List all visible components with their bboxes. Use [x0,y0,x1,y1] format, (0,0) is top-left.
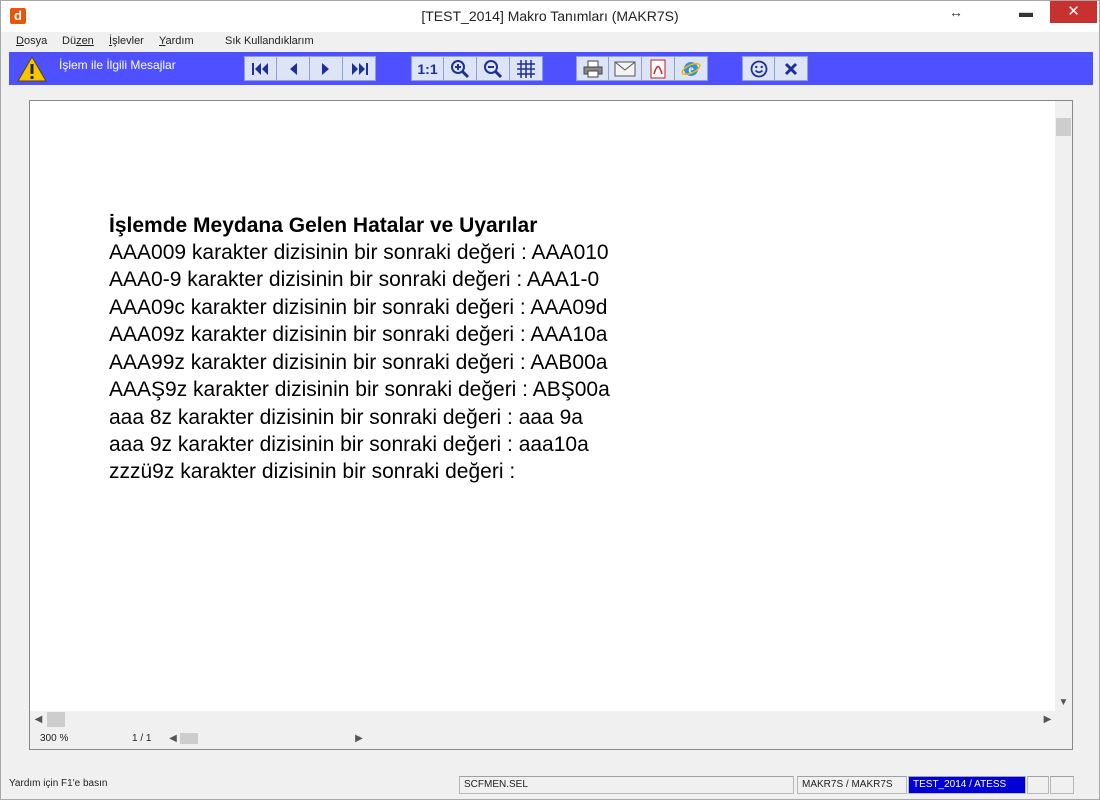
menu-islevler-label: şlevler [112,35,144,47]
status-cell-empty [1050,776,1074,794]
last-page-icon[interactable] [343,56,376,81]
title-bar: d [TEST_2014] Makro Tanımları (MAKR7S) ↔… [1,1,1099,32]
report-line: AAA09c karakter dizisinin bir sonraki de… [109,296,608,319]
actual-size-icon[interactable]: 1:1 [411,56,444,81]
horizontal-scrollbar[interactable]: ◀ ▶ [30,711,1056,728]
scroll-left-icon[interactable]: ◀ [30,711,47,728]
application-window: d [TEST_2014] Makro Tanımları (MAKR7S) ↔… [0,0,1100,800]
smiley-icon[interactable] [742,56,775,81]
menu-dosya[interactable]: Dosya [16,35,47,47]
status-cell-empty [1027,776,1049,794]
menu-bar: Dosya Düzen İşlevler Yardım Sık Kullandı… [2,32,1098,52]
company-badge: TEST_2014 / ATESS [908,776,1026,794]
menu-yardim-label: ardım [165,35,194,47]
report-line: zzzü9z karakter dizisinin bir sonraki de… [109,460,516,483]
menu-dosya-accel: D [16,35,24,47]
window-title: [TEST_2014] Makro Tanımları (MAKR7S) [421,8,679,24]
report-line: aaa 8z karakter dizisinin bir sonraki de… [109,406,583,429]
print-icon[interactable] [576,56,609,81]
output-group: e [576,56,708,81]
file-name: SCFMEN.SEL [459,776,794,794]
menu-duzen-prefix: Dü [62,35,77,47]
zoom-level: 300 % [40,733,69,744]
zoom-group: 1:1 [411,56,543,81]
report-line: AAA99z karakter dizisinin bir sonraki de… [109,351,608,374]
report-line: aaa 9z karakter dizisinin bir sonraki de… [109,433,589,456]
zoom-in-icon[interactable] [444,56,477,81]
page-scroll-left-icon[interactable]: ◀ [166,731,180,746]
menu-islevler[interactable]: İşlevler [109,35,144,47]
first-page-icon[interactable] [244,56,277,81]
minimize-button[interactable]: ▬ [1006,1,1046,23]
internet-explorer-icon[interactable]: e [675,56,708,81]
report-line: AAAŞ9z karakter dizisinin bir sonraki de… [109,378,610,401]
vertical-scrollbar[interactable]: ▼ [1055,101,1072,711]
scrollbar-corner [1055,711,1072,728]
pdf-icon[interactable] [642,56,675,81]
page-scroll-thumb[interactable] [180,733,198,744]
report-page: İşlemde Meydana Gelen Hatalar ve Uyarıla… [30,101,1056,711]
status-bar: Yardım için F1'e basın SCFMEN.SEL MAKR7S… [2,776,1098,795]
menu-duzen[interactable]: Düzen [62,35,94,47]
menu-dosya-label: osya [23,35,48,47]
messages-label: İşlem ile İlgili Mesajlar [59,58,176,72]
resize-icon[interactable]: ↔ [941,1,971,23]
menu-yardim[interactable]: Yardım [159,35,194,47]
macro-code: MAKR7S / MAKR7S [797,776,907,794]
zoom-out-icon[interactable] [477,56,510,81]
report-viewer: İşlemde Meydana Gelen Hatalar ve Uyarıla… [29,100,1073,750]
report-heading: İşlemde Meydana Gelen Hatalar ve Uyarıla… [109,214,538,237]
scroll-right-icon[interactable]: ▶ [1039,711,1056,728]
misc-group [742,56,808,81]
scroll-down-icon[interactable]: ▼ [1055,694,1072,711]
toolbar: İşlem ile İlgili Mesajlar 1:1 e [9,52,1093,85]
grid-icon[interactable] [510,56,543,81]
previous-page-icon[interactable] [277,56,310,81]
vertical-scroll-thumb[interactable] [1056,118,1071,136]
page-scroll-right-icon[interactable]: ▶ [352,731,366,746]
help-hint: Yardım için F1'e basın [9,778,108,789]
report-line: AAA09z karakter dizisinin bir sonraki de… [109,323,608,346]
close-window-button[interactable]: ✕ [1050,1,1097,23]
report-line: AAA0-9 karakter dizisinin bir sonraki de… [109,268,600,291]
next-page-icon[interactable] [310,56,343,81]
page-indicator: 1 / 1 [132,733,152,744]
menu-sik-kullandiklarim[interactable]: Sık Kullandıklarım [225,35,314,47]
menu-duzen-label: zen [76,35,94,47]
horizontal-scroll-thumb[interactable] [47,712,65,727]
close-x-icon[interactable] [775,56,808,81]
navigation-group [244,56,376,81]
report-line: AAA009 karakter dizisinin bir sonraki de… [109,241,609,264]
warning-icon [17,56,47,82]
email-icon[interactable] [609,56,642,81]
viewer-status: 300 % 1 / 1 ◀ ▶ [30,728,1072,749]
page-scrollbar[interactable]: ◀ ▶ [166,731,366,746]
